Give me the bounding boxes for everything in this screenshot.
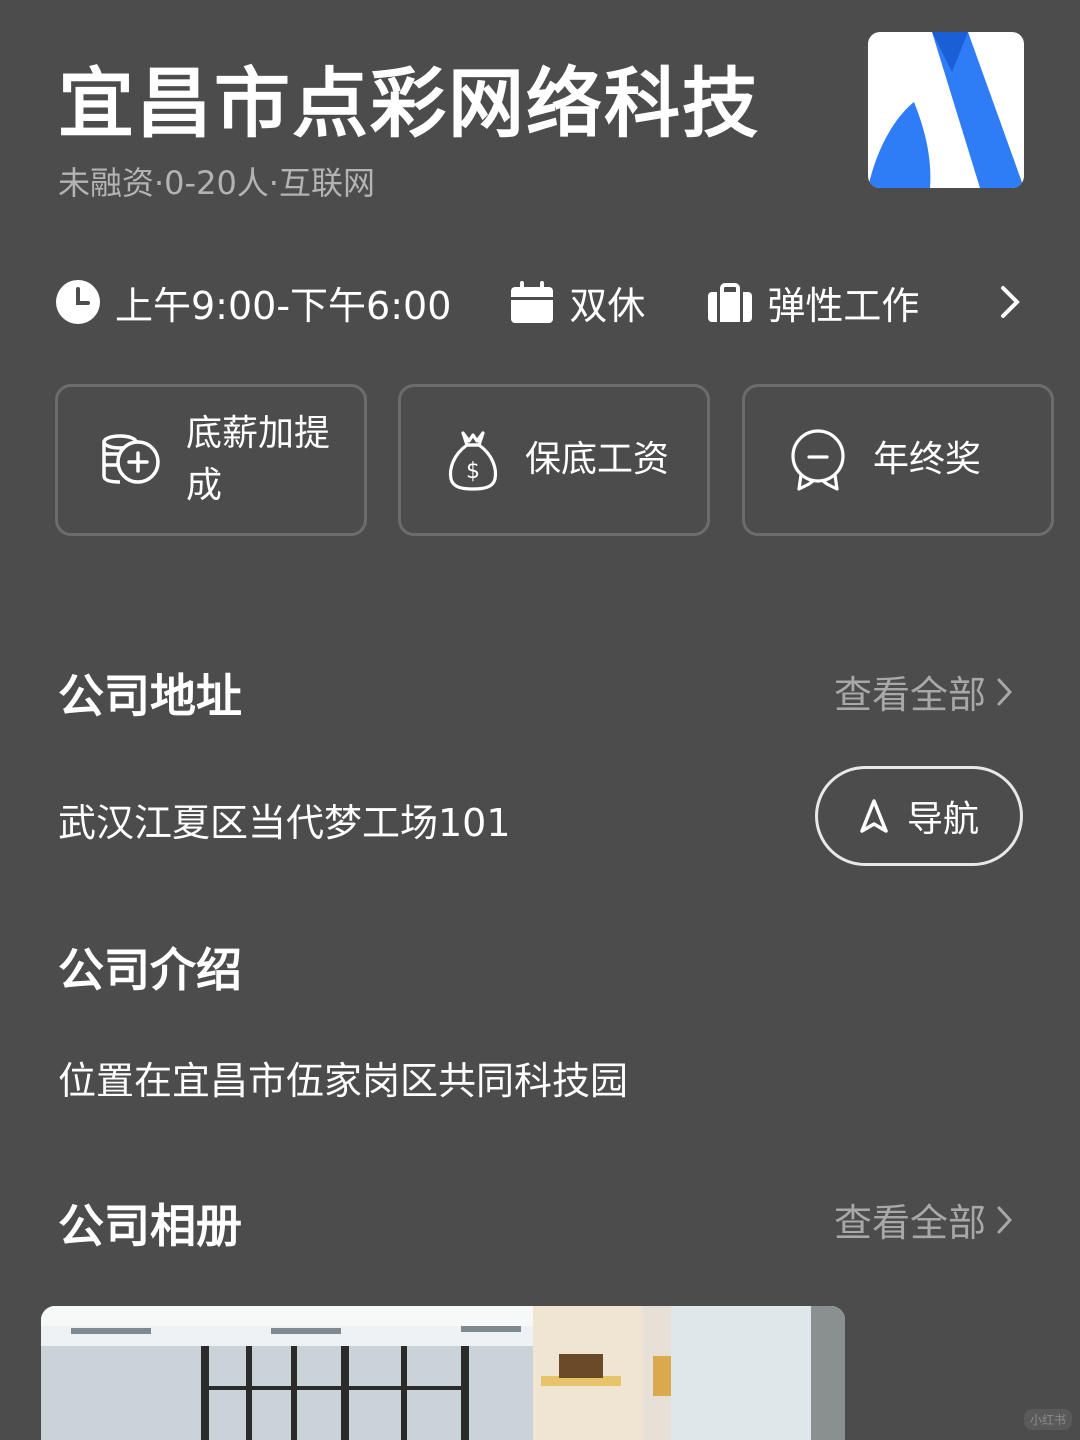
work-style-item: 弹性工作 — [707, 275, 919, 330]
work-info-row[interactable]: 上午9:00-下午6:00 双休 弹性工作 — [55, 276, 1025, 328]
intro-text: 位置在宜昌市伍家岗区共同科技园 — [58, 1059, 629, 1103]
benefit-label: 底薪加提成 — [186, 413, 331, 506]
briefcase-icon — [708, 283, 753, 322]
company-meta: 未融资·0-20人·互联网 — [58, 164, 375, 202]
intro-section-title: 公司介绍 — [58, 943, 242, 997]
watermark: 小红书 — [1023, 1409, 1072, 1430]
calendar-icon — [511, 281, 554, 323]
chevron-right-icon[interactable] — [995, 282, 1025, 322]
chevron-right-icon — [997, 678, 1013, 705]
album-section-title: 公司相册 — [58, 1199, 242, 1253]
navigation-icon — [860, 799, 888, 833]
address-section-title: 公司地址 — [58, 669, 242, 723]
benefit-label: 保底工资 — [525, 439, 670, 480]
company-logo — [868, 32, 1024, 188]
view-all-label: 查看全部 — [833, 673, 986, 717]
money-bag-icon: $ — [448, 431, 498, 491]
medal-icon — [791, 429, 845, 491]
chevron-right-icon — [997, 1206, 1013, 1233]
navigate-label: 导航 — [906, 799, 979, 840]
benefit-card-annual-bonus[interactable]: 年终奖 — [742, 384, 1054, 536]
address-text: 武汉江夏区当代梦工场101 — [58, 801, 511, 845]
rest-item: 双休 — [509, 275, 645, 330]
benefit-card-base-salary[interactable]: $ 保底工资 — [398, 384, 710, 536]
navigate-button[interactable]: 导航 — [815, 766, 1023, 866]
view-all-label: 查看全部 — [833, 1201, 986, 1245]
svg-text:$: $ — [466, 459, 480, 484]
company-name: 宜昌市点彩网络科技 — [58, 59, 760, 148]
hours-item: 上午9:00-下午6:00 — [55, 275, 451, 330]
hours-text: 上午9:00-下午6:00 — [115, 283, 452, 328]
rest-text: 双休 — [569, 283, 646, 328]
benefit-card-commission[interactable]: 底薪加提成 — [55, 384, 367, 536]
work-style-text: 弹性工作 — [767, 283, 920, 328]
coins-plus-icon — [102, 434, 160, 484]
benefit-label: 年终奖 — [873, 439, 982, 480]
address-view-all-link[interactable]: 查看全部 — [834, 664, 1014, 719]
office-photo[interactable] — [41, 1306, 845, 1440]
clock-icon — [56, 280, 100, 324]
album-view-all-link[interactable]: 查看全部 — [834, 1192, 1014, 1247]
